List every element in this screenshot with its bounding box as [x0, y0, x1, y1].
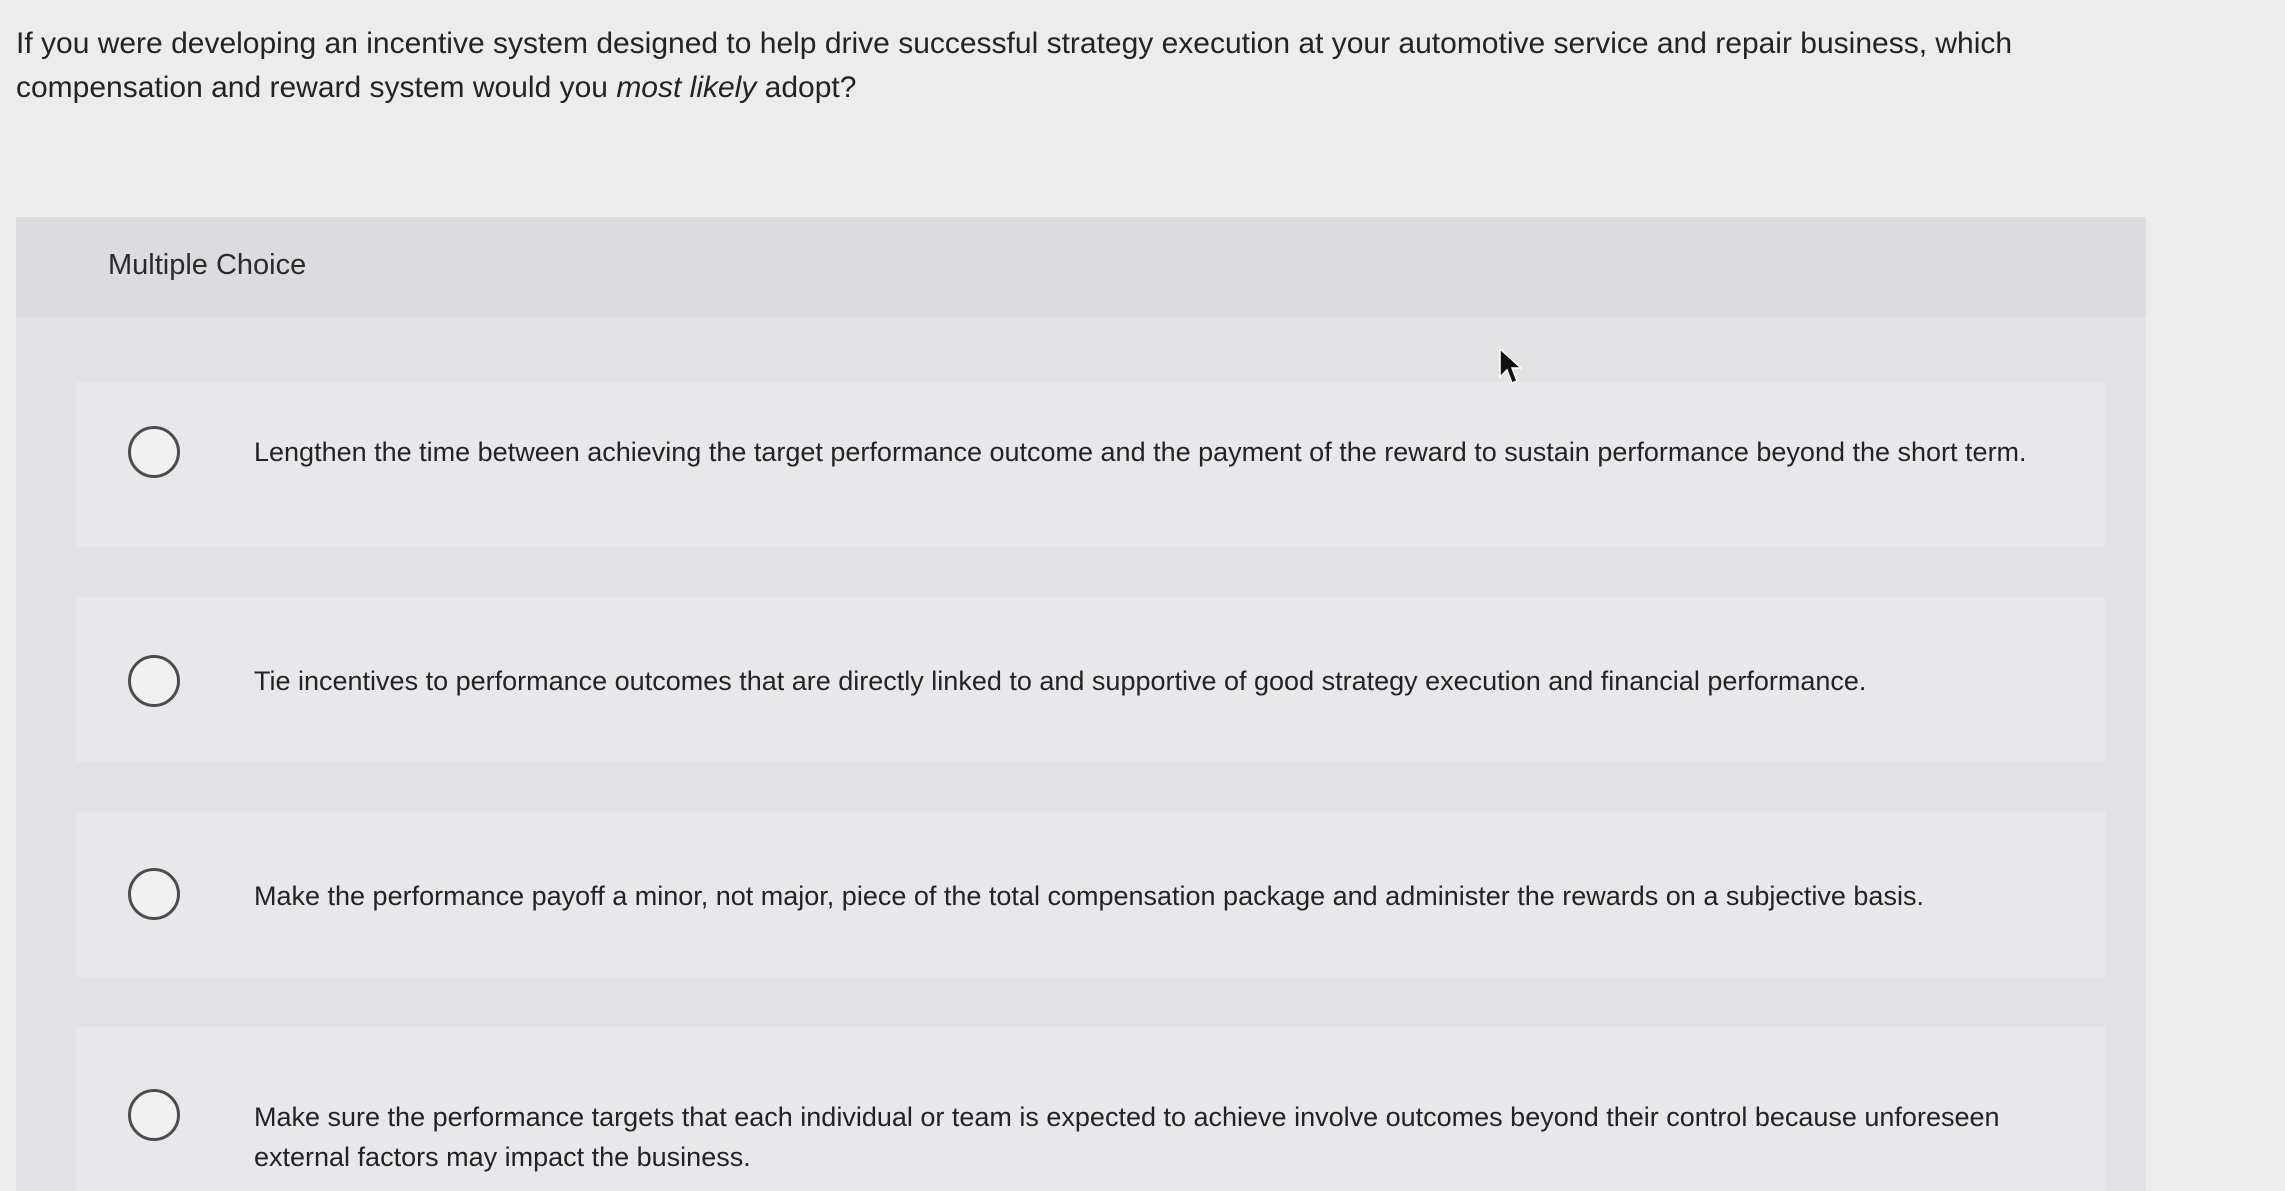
radio-button-icon[interactable]: [128, 1089, 180, 1141]
answer-option-text: Make sure the performance targets that e…: [254, 1102, 2000, 1172]
radio-button-icon[interactable]: [128, 868, 180, 920]
answer-option-3[interactable]: Make the performance payoff a minor, not…: [76, 812, 2106, 977]
multiple-choice-panel: Multiple Choice Lengthen the time betwee…: [16, 217, 2146, 1191]
answer-option-text: Tie incentives to performance outcomes t…: [254, 666, 1867, 696]
question-text: If you were developing an incentive syst…: [16, 22, 2156, 110]
answer-option-text: Lengthen the time between achieving the …: [254, 437, 2027, 467]
multiple-choice-header: Multiple Choice: [16, 217, 2146, 317]
answer-option-2[interactable]: Tie incentives to performance outcomes t…: [76, 597, 2106, 762]
answer-option-text: Make the performance payoff a minor, not…: [254, 881, 1924, 911]
question-text-end: adopt?: [756, 71, 857, 104]
radio-button-icon[interactable]: [128, 426, 180, 478]
radio-button-icon[interactable]: [128, 655, 180, 707]
answer-option-1[interactable]: Lengthen the time between achieving the …: [76, 382, 2106, 547]
multiple-choice-label: Multiple Choice: [108, 249, 307, 281]
question-text-main: If you were developing an incentive syst…: [16, 27, 2013, 104]
question-emphasis: most likely: [616, 71, 757, 104]
answer-option-4[interactable]: Make sure the performance targets that e…: [76, 1027, 2106, 1191]
mouse-pointer-icon: [1499, 347, 1522, 384]
